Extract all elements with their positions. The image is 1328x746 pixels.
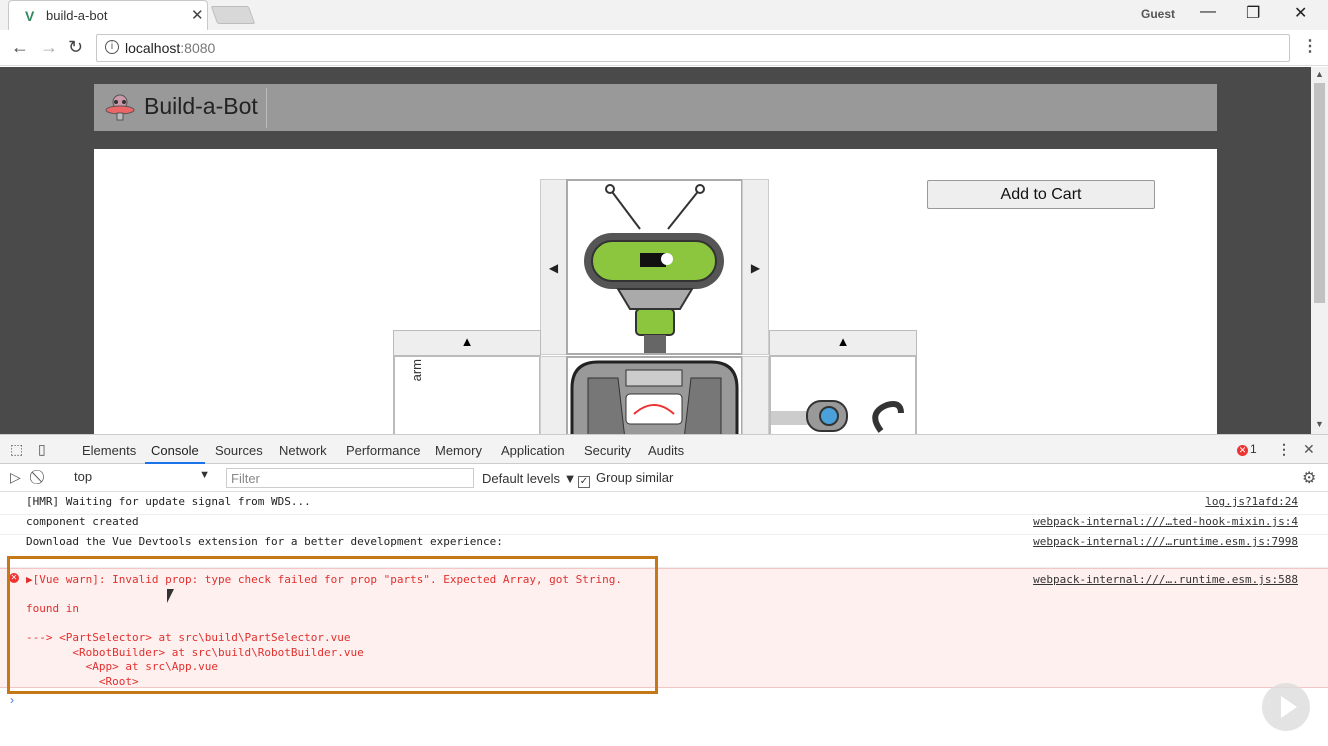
head-prev-button[interactable]: ◀: [540, 179, 567, 355]
right-arm-part: [769, 355, 917, 434]
tab-title: build-a-bot: [46, 8, 108, 23]
robot-arm-image: [771, 400, 904, 433]
console-message: [HMR] Waiting for update signal from WDS…: [0, 495, 1328, 515]
restore-icon[interactable]: ❐: [1246, 3, 1260, 23]
page-viewport: Build-a-Bot ◀ ▶ ▲ arm ▲ Add to Cart: [0, 67, 1311, 434]
device-toolbar-icon[interactable]: ▯: [38, 441, 46, 458]
inspect-element-icon[interactable]: ⬚: [10, 441, 23, 458]
filter-input[interactable]: Filter: [226, 468, 474, 488]
highlight-box: [7, 556, 658, 694]
head-next-button[interactable]: ▶: [742, 179, 769, 355]
address-toolbar: ← → ↻ i localhost:8080: [0, 30, 1328, 66]
scroll-down-icon[interactable]: ▼: [1315, 419, 1324, 429]
devtools-panel: ⬚ ▯ Elements Console Sources Network Per…: [0, 434, 1328, 746]
forward-icon[interactable]: →: [40, 37, 58, 58]
browser-tab[interactable]: V build-a-bot ✕: [8, 0, 208, 30]
broken-arm-image: arm: [409, 359, 424, 382]
browser-tabstrip: V build-a-bot ✕ Guest — ❐ ✕: [0, 0, 1328, 30]
torso-next-button[interactable]: [742, 356, 769, 434]
url-text: localhost:8080: [125, 40, 216, 56]
source-link[interactable]: log.js?1afd:24: [1205, 495, 1298, 508]
tab-application[interactable]: Application: [501, 443, 565, 458]
minimize-icon[interactable]: —: [1200, 3, 1216, 21]
mouse-cursor: [167, 589, 174, 603]
vue-logo-icon: V: [25, 8, 35, 24]
tab-sources[interactable]: Sources: [215, 443, 263, 458]
scrollbar-thumb[interactable]: [1314, 83, 1325, 303]
left-arm-up-button[interactable]: ▲: [393, 330, 541, 356]
source-link[interactable]: webpack-internal:///…ted-hook-mixin.js:4: [1033, 515, 1298, 528]
app-brand[interactable]: Build-a-Bot: [144, 93, 258, 120]
robot-torso-image: [570, 360, 739, 434]
robot-builder: ◀ ▶ ▲ arm ▲ Add to Cart: [94, 149, 1217, 434]
add-to-cart-button[interactable]: Add to Cart: [927, 180, 1155, 209]
back-icon[interactable]: ←: [11, 37, 29, 58]
error-count-badge[interactable]: ✕ 1: [1237, 442, 1257, 456]
scroll-up-icon[interactable]: ▲: [1315, 69, 1324, 79]
devtools-tabbar: ⬚ ▯ Elements Console Sources Network Per…: [0, 435, 1328, 464]
header-divider: [266, 88, 267, 128]
console-prompt[interactable]: ›: [10, 693, 14, 707]
context-selector[interactable]: top ▼: [74, 469, 210, 488]
close-tab-icon[interactable]: ✕: [191, 6, 204, 24]
torso-part: [566, 356, 743, 434]
console-toolbar: ▷ ⃠ top▼ Filter Default levels ▼ ✓Group …: [0, 465, 1328, 492]
right-arm-up-button[interactable]: ▲: [769, 330, 917, 356]
reload-icon[interactable]: ↻: [68, 37, 83, 58]
source-link[interactable]: webpack-internal:///…runtime.esm.js:7998: [1033, 535, 1298, 548]
page-scrollbar[interactable]: ▲ ▼: [1311, 67, 1328, 434]
log-levels-dropdown[interactable]: Default levels ▼: [482, 471, 577, 486]
new-tab-button[interactable]: [210, 6, 256, 24]
robot-head-image: [584, 184, 724, 353]
tab-console[interactable]: Console: [145, 443, 205, 464]
left-arm-part: arm: [393, 355, 541, 434]
source-link[interactable]: webpack-internal:///….runtime.esm.js:588: [1033, 573, 1298, 586]
devtools-menu-icon[interactable]: ⋮: [1277, 441, 1291, 458]
group-similar-checkbox[interactable]: ✓ Group similar: [578, 470, 673, 488]
tab-security[interactable]: Security: [584, 443, 631, 458]
tab-audits[interactable]: Audits: [648, 443, 684, 458]
play-icon[interactable]: [1262, 683, 1310, 731]
window-close-icon[interactable]: ✕: [1294, 3, 1307, 23]
checkbox-icon[interactable]: ✓: [578, 476, 590, 488]
address-bar[interactable]: i localhost:8080: [96, 34, 1290, 62]
devtools-close-icon[interactable]: ✕: [1303, 441, 1315, 458]
tab-performance[interactable]: Performance: [346, 443, 420, 458]
head-part: [566, 179, 743, 355]
console-message: component created webpack-internal:///…t…: [0, 515, 1328, 535]
console-settings-icon[interactable]: ⚙: [1302, 468, 1316, 488]
profile-label[interactable]: Guest: [1141, 7, 1175, 21]
tab-network[interactable]: Network: [279, 443, 327, 458]
dropdown-arrow-icon: ▼: [199, 469, 210, 481]
tab-elements[interactable]: Elements: [82, 443, 136, 458]
info-icon[interactable]: i: [105, 40, 119, 54]
browser-menu-icon[interactable]: ⋮: [1302, 36, 1318, 56]
show-sidebar-icon[interactable]: ▷: [10, 469, 21, 486]
tab-memory[interactable]: Memory: [435, 443, 482, 458]
app-header: Build-a-Bot: [94, 84, 1217, 131]
error-icon: ✕: [1237, 445, 1248, 456]
robot-logo-icon: [105, 94, 135, 121]
torso-prev-button[interactable]: [540, 356, 567, 434]
